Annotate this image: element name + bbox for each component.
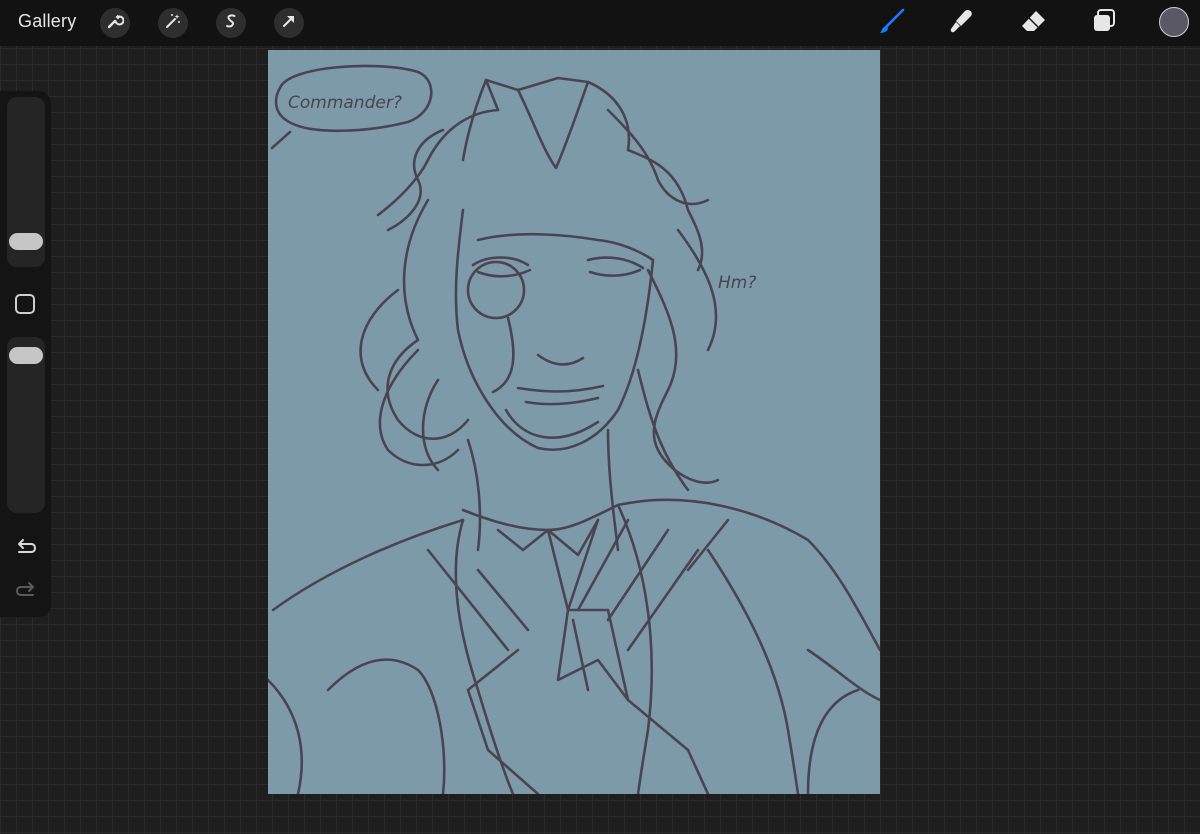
color-picker-button[interactable] <box>1159 7 1189 37</box>
smudge-tool-button[interactable] <box>945 7 977 39</box>
left-sidebar <box>0 91 51 617</box>
drawing-canvas[interactable]: Commander? Hm? <box>268 50 880 794</box>
magic-wand-icon <box>164 12 182 35</box>
layers-icon <box>1089 6 1119 41</box>
brush-icon <box>877 6 907 41</box>
transform-button[interactable] <box>274 8 304 38</box>
actions-button[interactable] <box>100 8 130 38</box>
selection-s-icon <box>222 12 240 35</box>
speech-bubble-text: Commander? <box>288 93 402 113</box>
undo-icon <box>14 536 38 561</box>
opacity-handle[interactable] <box>9 347 43 364</box>
side-note-text: Hm? <box>718 273 756 293</box>
gallery-button[interactable]: Gallery <box>18 11 76 32</box>
redo-button[interactable] <box>12 579 40 603</box>
selection-button[interactable] <box>216 8 246 38</box>
smudge-icon <box>946 6 976 41</box>
wrench-icon <box>106 12 125 35</box>
layers-button[interactable] <box>1088 7 1120 39</box>
top-toolbar: Gallery <box>0 0 1200 46</box>
transform-arrow-icon <box>280 12 298 35</box>
brush-tool-button[interactable] <box>876 7 908 39</box>
eraser-tool-button[interactable] <box>1017 7 1049 39</box>
undo-button[interactable] <box>12 536 40 560</box>
eraser-icon <box>1018 6 1048 41</box>
brush-size-handle[interactable] <box>9 233 43 250</box>
sketch-artwork: Commander? Hm? <box>268 64 880 794</box>
redo-icon <box>14 579 38 604</box>
modify-button[interactable] <box>15 294 35 314</box>
adjustments-button[interactable] <box>158 8 188 38</box>
